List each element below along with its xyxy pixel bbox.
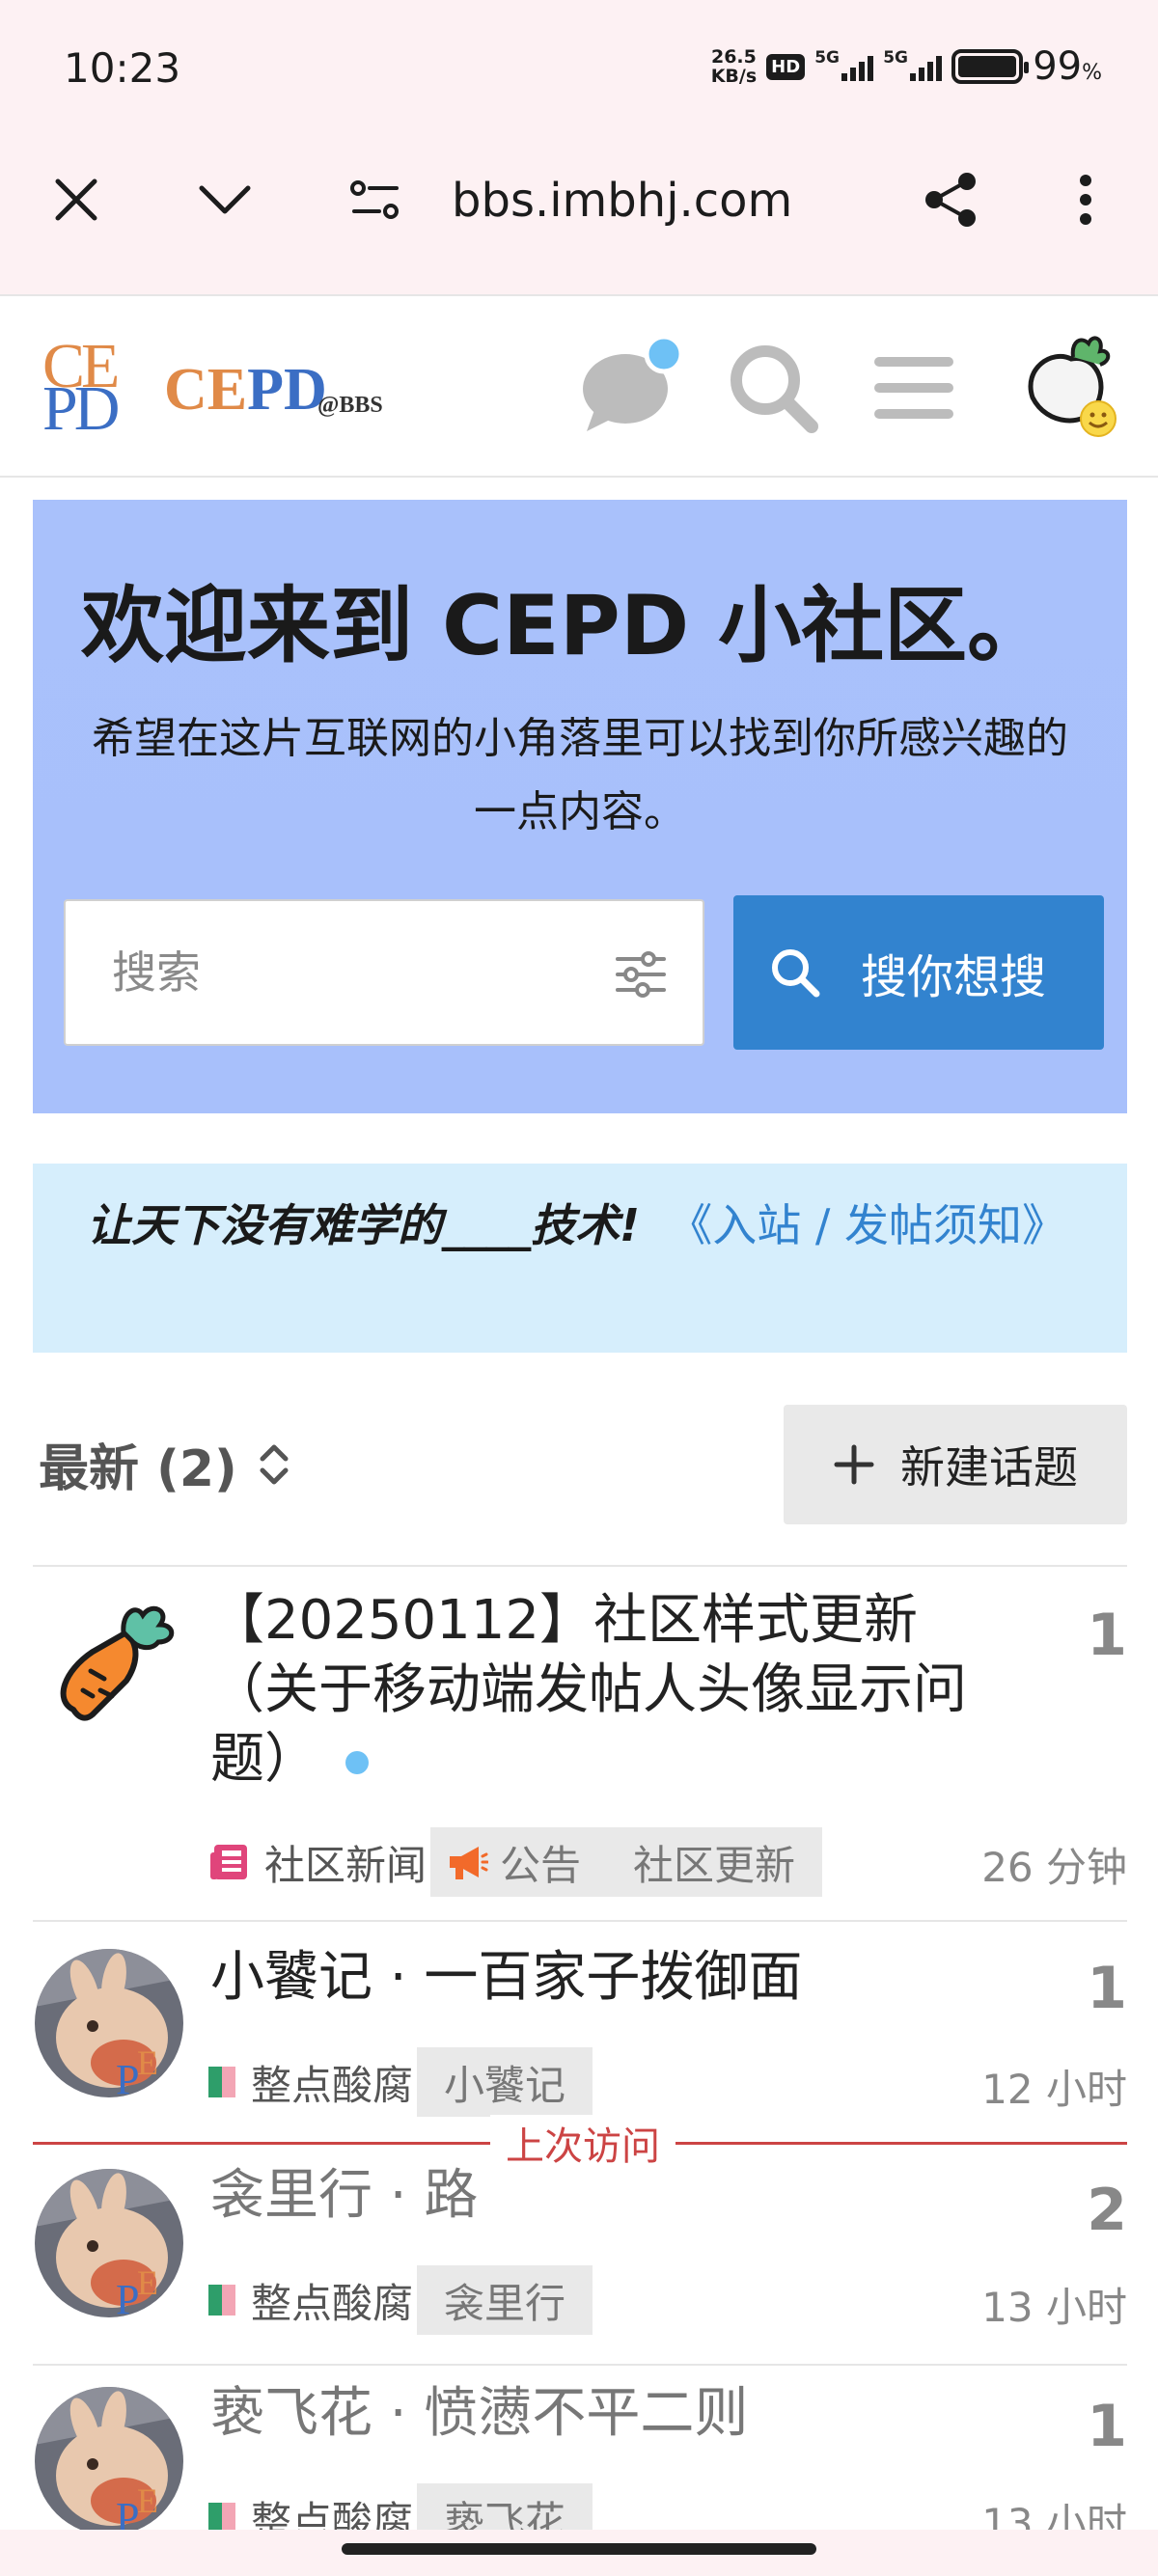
welcome-banner: 欢迎来到 CEPD 小社区。 希望在这片互联网的小角落里可以找到你所感兴趣的一点… bbox=[33, 500, 1127, 1113]
sort-dropdown[interactable]: 最新 (2) bbox=[39, 1428, 291, 1500]
topic-row[interactable]: P E 亵飞花 · 愤懑不平二则 1 整点酸腐 亵飞花 13 小时 bbox=[33, 2364, 1127, 2553]
battery-level: 99% bbox=[1033, 44, 1102, 89]
svg-text:E: E bbox=[137, 2043, 158, 2082]
unread-indicator bbox=[345, 1750, 369, 1774]
carrot-avatar bbox=[35, 1594, 183, 1742]
reply-count: 1 bbox=[1087, 2393, 1127, 2460]
notice-slogan: 让天下没有难学的____技术! bbox=[87, 1199, 640, 1251]
topic-time: 12 小时 bbox=[981, 2066, 1127, 2113]
plus-icon bbox=[834, 1444, 874, 1485]
reply-count: 1 bbox=[1087, 1955, 1127, 2022]
topic-meta: 整点酸腐 小饕记 bbox=[208, 2047, 593, 2117]
more-icon[interactable] bbox=[1052, 166, 1119, 233]
chat-icon bbox=[583, 335, 681, 431]
logo-mark-bottom: PD bbox=[42, 373, 120, 444]
status-time: 10:23 bbox=[64, 44, 181, 92]
reply-count: 1 bbox=[1087, 1602, 1127, 1669]
user-avatar-button[interactable] bbox=[1004, 335, 1129, 441]
topic-tag[interactable]: 衾里行 bbox=[417, 2265, 593, 2335]
share-icon[interactable] bbox=[917, 166, 984, 233]
svg-text:P: P bbox=[116, 2276, 139, 2317]
new-topic-button[interactable]: 新建话题 bbox=[784, 1405, 1127, 1524]
svg-text:P: P bbox=[116, 2056, 139, 2097]
topic-meta: 社区新闻 公告 社区更新 bbox=[208, 1827, 823, 1897]
search-box bbox=[64, 899, 704, 1046]
topic-row[interactable]: P E 小饕记 · 一百家子拨御面 1 整点酸腐 小饕记 12 小时 bbox=[33, 1920, 1127, 2142]
banner-subtitle: 希望在这片互联网的小角落里可以找到你所感兴趣的一点内容。 bbox=[92, 714, 1068, 836]
rabbit-avatar: P E bbox=[35, 2169, 183, 2317]
logo-wordmark: CEPD bbox=[164, 357, 327, 423]
battery-icon bbox=[951, 49, 1030, 84]
site-header: CE PD CEPD @BBS bbox=[0, 294, 1158, 478]
site-logo[interactable]: CE PD CEPD @BBS bbox=[42, 335, 400, 441]
topic-tag[interactable]: 小饕记 bbox=[417, 2047, 593, 2117]
network-speed: 26.5 KB/s bbox=[711, 47, 757, 86]
topic-category[interactable]: 社区新闻 bbox=[264, 1833, 427, 1892]
address-bar[interactable]: bbs.imbhj.com bbox=[452, 174, 792, 228]
category-color-icon bbox=[208, 2067, 235, 2097]
sort-label: 最新 (2) bbox=[39, 1440, 237, 1498]
category-color-icon bbox=[208, 2285, 235, 2316]
site-settings-icon[interactable] bbox=[342, 166, 409, 233]
signal-icon-sim1: 5G bbox=[814, 48, 874, 81]
status-indicators: 26.5 KB/s HD 5G 5G 99% bbox=[711, 44, 1102, 89]
new-topic-label: 新建话题 bbox=[900, 1441, 1078, 1494]
menu-button[interactable] bbox=[861, 335, 967, 441]
search-icon bbox=[731, 345, 818, 433]
chevron-down-icon[interactable] bbox=[191, 166, 259, 233]
hd-voice-icon: HD bbox=[766, 53, 806, 80]
reply-count: 2 bbox=[1087, 2177, 1127, 2244]
sim2-label: 5G bbox=[883, 48, 908, 68]
status-bar: 10:23 26.5 KB/s HD 5G 5G 99% bbox=[0, 0, 1158, 140]
topic-title[interactable]: 小饕记 · 一百家子拨御面 bbox=[210, 1943, 1002, 2013]
svg-text:E: E bbox=[137, 2263, 158, 2302]
network-speed-value: 26.5 bbox=[710, 46, 757, 68]
sim1-label: 5G bbox=[814, 48, 840, 68]
close-icon[interactable] bbox=[42, 166, 110, 233]
rabbit-avatar: P E bbox=[35, 1949, 183, 2097]
search-icon bbox=[772, 949, 820, 998]
topic-category[interactable]: 整点酸腐 bbox=[251, 2053, 413, 2112]
topic-tag[interactable]: 公告 社区更新 bbox=[430, 1827, 823, 1897]
search-submit-label: 搜你想搜 bbox=[861, 950, 1047, 1004]
banner-title: 欢迎来到 CEPD 小社区。 bbox=[81, 578, 1051, 674]
search-filter-icon[interactable] bbox=[614, 949, 668, 1000]
svg-text:E: E bbox=[137, 2481, 158, 2520]
newspaper-icon bbox=[210, 1845, 247, 1879]
notice-banner: 让天下没有难学的____技术! 《入站 / 发帖须知》 bbox=[33, 1164, 1127, 1353]
sort-chevron-icon bbox=[260, 1444, 289, 1484]
topic-row[interactable]: P E 衾里行 · 路 2 整点酸腐 衾里行 13 小时 bbox=[33, 2144, 1127, 2364]
rabbit-avatar: P E bbox=[35, 2387, 183, 2535]
signal-icon-sim2: 5G bbox=[883, 48, 943, 81]
site-rules-link[interactable]: 《入站 / 发帖须知》 bbox=[668, 1199, 1066, 1251]
topic-tag-2[interactable]: 社区更新 bbox=[633, 1833, 795, 1892]
home-indicator[interactable] bbox=[342, 2543, 816, 2555]
topic-title[interactable]: 亵飞花 · 愤懑不平二则 bbox=[210, 2379, 1002, 2449]
hamburger-icon bbox=[874, 357, 953, 419]
search-submit-button[interactable]: 搜你想搜 bbox=[733, 895, 1104, 1050]
topic-row[interactable]: 【20250112】社区样式更新（关于移动端发帖人头像显示问题） 1 社区新闻 … bbox=[33, 1565, 1127, 1920]
search-input[interactable] bbox=[112, 944, 614, 1001]
topic-time: 13 小时 bbox=[981, 2284, 1127, 2331]
search-button-header[interactable] bbox=[720, 335, 826, 441]
topic-time: 26 分钟 bbox=[981, 1844, 1127, 1891]
user-avatar bbox=[1028, 336, 1117, 437]
logo-bbs-suffix: @BBS bbox=[317, 393, 383, 418]
network-speed-unit: KB/s bbox=[710, 66, 758, 87]
topic-title[interactable]: 【20250112】社区样式更新（关于移动端发帖人头像显示问题） bbox=[210, 1586, 1002, 1795]
topic-meta: 整点酸腐 衾里行 bbox=[208, 2265, 593, 2335]
megaphone-icon bbox=[450, 1847, 489, 1879]
topic-title[interactable]: 衾里行 · 路 bbox=[210, 2161, 1002, 2231]
chat-button[interactable] bbox=[575, 335, 681, 441]
topic-category[interactable]: 整点酸腐 bbox=[251, 2271, 413, 2330]
